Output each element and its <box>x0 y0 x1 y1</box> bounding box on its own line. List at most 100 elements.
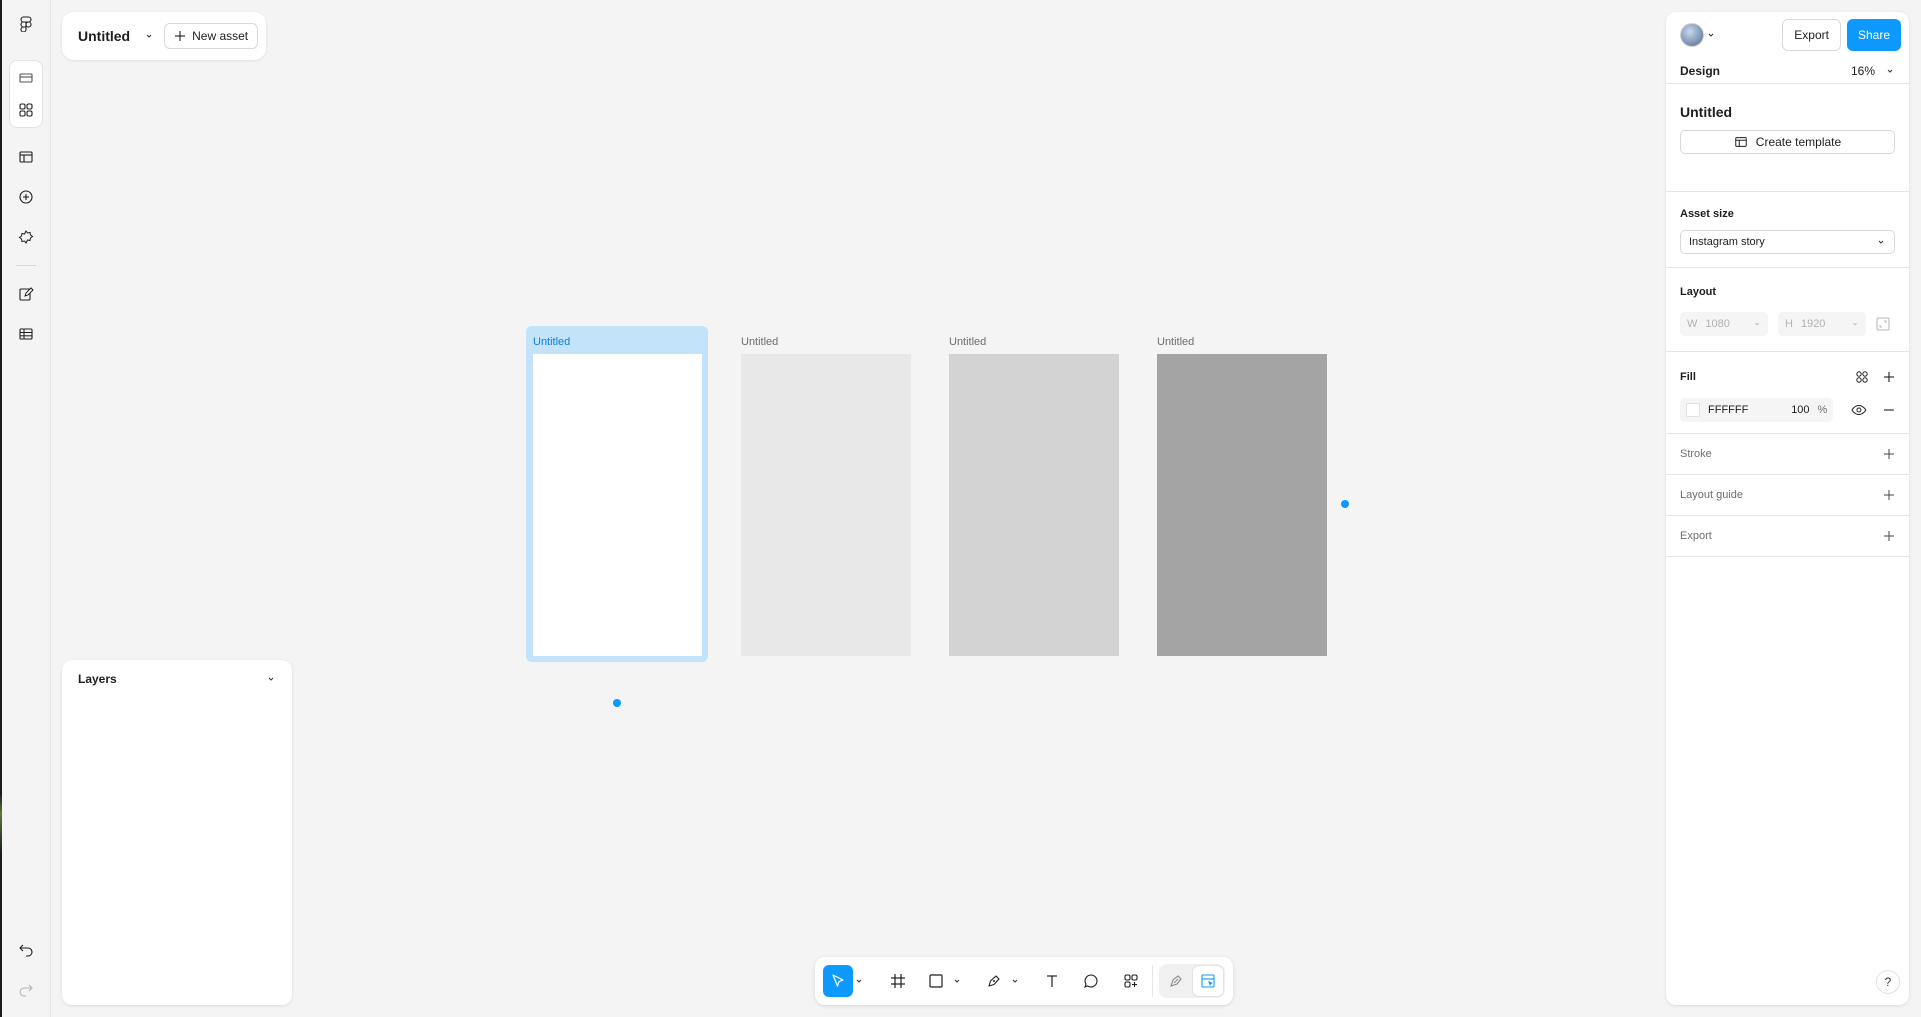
layers-header[interactable]: Layers <box>62 660 292 698</box>
new-asset-button[interactable]: New asset <box>164 23 259 49</box>
add-frame-below-handle[interactable] <box>613 699 621 707</box>
frame-1[interactable] <box>533 354 702 656</box>
fill-header: Fill <box>1680 370 1895 384</box>
asset-size-section: Asset size Instagram story <box>1666 192 1909 268</box>
bottom-toolbar <box>815 957 1233 1005</box>
fill-row: FFFFFF 100 % <box>1680 398 1895 422</box>
redo-icon[interactable] <box>10 973 42 1005</box>
rectangle-icon <box>929 974 944 988</box>
resize-to-fit-icon[interactable] <box>1876 317 1890 331</box>
pen-tool-button[interactable] <box>979 965 1009 997</box>
create-template-button[interactable]: Create template <box>1680 130 1895 154</box>
frame-label-3[interactable]: Untitled <box>949 336 986 348</box>
mode-toggle <box>1159 964 1226 998</box>
pen-tool-chevron[interactable] <box>1009 976 1020 986</box>
add-fill-plus-icon[interactable] <box>1883 371 1895 383</box>
asset-title: Untitled <box>1680 104 1733 120</box>
design-mode-icon <box>1201 974 1215 988</box>
asset-size-select[interactable]: Instagram story <box>1680 230 1895 254</box>
plus-icon <box>175 31 186 41</box>
add-frame-right-handle[interactable] <box>1341 500 1349 508</box>
add-export-plus-icon[interactable] <box>1883 530 1895 542</box>
cursor-icon <box>832 974 844 987</box>
assets-grid-icon[interactable] <box>10 94 42 126</box>
window-edge <box>0 0 2 1017</box>
create-template-label: Create template <box>1755 135 1842 149</box>
help-button[interactable]: ? <box>1876 970 1900 994</box>
move-tool-button[interactable] <box>823 965 854 997</box>
actions-tool-button[interactable] <box>1116 965 1146 997</box>
frame-view-icon[interactable] <box>10 62 42 94</box>
undo-icon[interactable] <box>10 933 42 965</box>
frame-3[interactable] <box>949 354 1119 656</box>
stroke-section: Stroke <box>1666 434 1909 475</box>
eye-icon[interactable] <box>1851 402 1867 418</box>
asset-section: Untitled Create template <box>1666 84 1909 192</box>
share-button[interactable]: Share <box>1846 19 1901 51</box>
fill-title: Fill <box>1680 371 1696 383</box>
comment-tool-button[interactable] <box>1076 965 1106 997</box>
fill-opacity[interactable]: 100 <box>1791 404 1809 416</box>
width-label: W <box>1687 318 1698 330</box>
fill-hex[interactable]: FFFFFF <box>1708 404 1783 416</box>
asset-size-title: Asset size <box>1680 208 1734 220</box>
figma-logo-icon[interactable] <box>10 8 42 40</box>
frame-2[interactable] <box>741 354 911 656</box>
avatar[interactable] <box>1680 23 1704 47</box>
fill-color-field[interactable]: FFFFFF 100 % <box>1680 398 1834 422</box>
design-mode-button[interactable] <box>1193 966 1224 996</box>
edit-note-icon[interactable] <box>10 278 42 310</box>
shape-tool-button[interactable] <box>921 965 951 997</box>
chevron-down-icon <box>856 979 862 983</box>
tab-design[interactable]: Design <box>1680 64 1720 78</box>
chevron-down-icon <box>954 979 960 983</box>
plugins-icon[interactable] <box>10 221 42 253</box>
left-rail <box>0 0 51 1017</box>
table-icon[interactable] <box>10 318 42 350</box>
frame-label-1[interactable]: Untitled <box>533 336 570 348</box>
stroke-title: Stroke <box>1680 448 1712 460</box>
export-section: Export <box>1666 516 1909 557</box>
zoom-value: 16% <box>1850 63 1875 78</box>
height-label: H <box>1785 318 1793 330</box>
design-tab-row: Design 16% <box>1666 58 1909 84</box>
styles-grid-icon[interactable] <box>1855 370 1869 384</box>
template-icon[interactable] <box>10 141 42 173</box>
fill-opacity-unit: % <box>1817 404 1828 416</box>
chevron-down-icon <box>1755 322 1759 326</box>
frame-label-4[interactable]: Untitled <box>1157 336 1194 348</box>
add-layout-guide-plus-icon[interactable] <box>1883 489 1895 501</box>
frame-label-2[interactable]: Untitled <box>741 336 778 348</box>
file-title[interactable]: Untitled <box>78 28 130 44</box>
fill-section: Fill FFFFFF 100 % <box>1666 352 1909 434</box>
chevron-down-icon[interactable] <box>266 674 276 684</box>
panel-header: Export Share <box>1666 12 1909 58</box>
remove-fill-minus-icon[interactable] <box>1883 404 1895 416</box>
asset-size-value: Instagram story <box>1689 236 1765 248</box>
dimension-row: W 1080 H 1920 <box>1680 312 1895 336</box>
draw-mode-button[interactable] <box>1161 966 1191 996</box>
zoom-control[interactable]: 16% <box>1851 64 1895 78</box>
file-title-bar: Untitled New asset <box>62 12 266 60</box>
fill-swatch[interactable] <box>1686 403 1700 417</box>
chevron-down-icon <box>1878 240 1884 244</box>
comment-bubble-icon <box>1084 974 1098 989</box>
add-circle-icon[interactable] <box>10 181 42 213</box>
export-button[interactable]: Export <box>1782 19 1841 51</box>
text-icon <box>1047 975 1058 987</box>
chevron-down-icon[interactable] <box>1706 30 1716 40</box>
export-section-title: Export <box>1680 530 1712 542</box>
apps-plus-icon <box>1124 974 1138 988</box>
height-field[interactable]: H 1920 <box>1778 312 1866 336</box>
frame-4[interactable] <box>1157 354 1327 656</box>
template-icon <box>1735 137 1747 147</box>
shape-tool-chevron[interactable] <box>952 976 963 986</box>
rail-divider <box>16 265 36 266</box>
width-field[interactable]: W 1080 <box>1680 312 1768 336</box>
properties-panel: Export Share Design 16% Untitled Create … <box>1666 12 1909 1005</box>
add-stroke-plus-icon[interactable] <box>1883 448 1895 460</box>
frame-tool-button[interactable] <box>883 965 913 997</box>
move-tool-chevron[interactable] <box>853 976 864 986</box>
text-tool-button[interactable] <box>1037 965 1067 997</box>
chevron-down-icon[interactable] <box>144 31 154 41</box>
